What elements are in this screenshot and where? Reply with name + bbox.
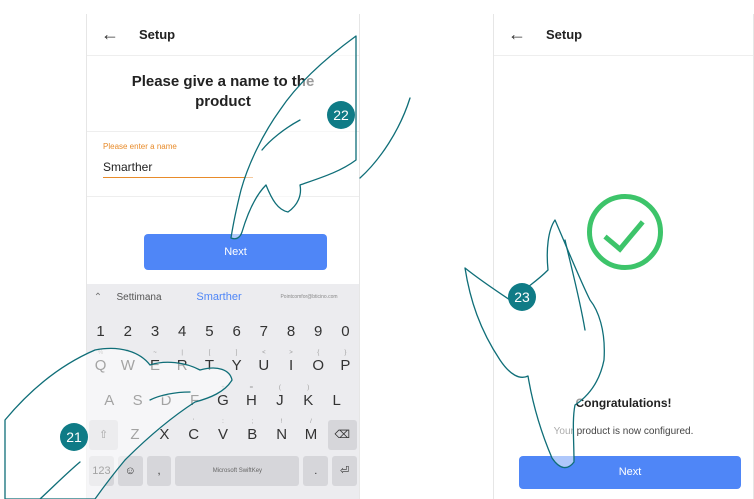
key-x[interactable]: X [150,420,179,450]
key-q[interactable]: % Q [87,350,114,381]
key-4[interactable]: 4 [169,317,196,347]
key-secondary-symbol: } [344,350,347,356]
key-g[interactable]: + G [209,385,237,416]
key-secondary-symbol: { [317,350,320,356]
key-c[interactable]: ' C [179,419,208,450]
asdf-key-row: A S D F + G = H(J) K L [87,385,359,416]
zxcv-key-row: ⇧ Z X ' C: V; B! N / M ⌫ [87,419,359,450]
key-j[interactable]: (J [266,385,294,416]
key-5[interactable]: 5 [196,317,223,347]
key-7[interactable]: 7 [250,317,277,347]
key-secondary-symbol: ' [193,419,195,425]
back-arrow-icon[interactable]: ← [508,24,526,45]
key-9[interactable]: 9 [305,317,332,347]
step-badge: 22 [327,101,355,129]
next-button[interactable]: Next [144,234,327,270]
space-key[interactable]: Microsoft SwiftKey [175,456,300,486]
key-secondary-symbol: % [97,350,104,356]
key-0[interactable]: 0 [332,317,359,347]
key-secondary-symbol: + [221,385,225,391]
qwerty-key-row: % Q ^ W ~ E | R[T] Y < U > I{O} P [87,350,359,381]
key-s[interactable]: S [123,386,151,416]
key-3[interactable]: 3 [141,317,168,347]
checkmark-circle-icon [587,194,663,270]
key-p[interactable]: } P [332,350,359,381]
key-y[interactable]: ] Y [223,350,250,381]
key-secondary-symbol: ^ [126,350,130,356]
backspace-icon[interactable]: ⌫ [327,420,357,450]
key-o[interactable]: {O [305,350,332,381]
period-key[interactable]: . [303,456,329,486]
suggestion-bar: ⌃ Settimana Smarther Pointcomfor@bticino… [87,284,359,310]
next-button[interactable]: Next [519,456,741,489]
key-secondary-symbol: [ [208,350,211,356]
key-u[interactable]: < U [250,350,277,381]
key-v[interactable]: :V [208,419,237,450]
number-key-row: 1234567890 [87,317,359,347]
key-t[interactable]: [T [196,350,223,381]
page-title: Setup [139,27,176,42]
enter-icon[interactable]: ⏎ [332,456,357,486]
suggestion-item[interactable]: Smarther [169,291,269,303]
key-d[interactable]: D [152,386,180,416]
key-k[interactable]: ) K [294,385,322,416]
key-i[interactable]: > I [277,350,304,381]
key-n[interactable]: ! N [267,419,296,450]
comma-key[interactable]: , [146,456,172,486]
emoji-key[interactable]: ☺ [117,456,143,486]
key-z[interactable]: Z [120,420,149,450]
key-2[interactable]: 2 [114,317,141,347]
key-l[interactable]: L [323,386,351,416]
key-secondary-symbol: : [222,419,224,425]
key-8[interactable]: 8 [277,317,304,347]
setup-name-screen: ← Setup Please give a name to the produc… [86,14,360,499]
key-w[interactable]: ^ W [114,350,141,381]
key-secondary-symbol: ; [251,419,254,425]
name-field-label: Please enter a name [103,142,177,151]
shift-icon[interactable]: ⇧ [89,420,119,450]
top-bar: ← Setup [87,14,359,56]
prompt-title: Please give a name to the product [131,73,315,110]
suggestion-item[interactable]: Settimana [109,292,169,303]
space-key-row: 123 ☺ , Microsoft SwiftKey . ⏎ [87,456,359,486]
key-e[interactable]: ~ E [141,350,168,381]
key-6[interactable]: 6 [223,317,250,347]
key-secondary-symbol: ! [280,419,283,425]
key-secondary-symbol: ) [307,385,310,391]
key-f[interactable]: F [180,386,208,416]
top-bar: ← Setup [494,14,753,56]
key-secondary-symbol: ( [278,385,281,391]
symbols-key[interactable]: 123 [89,456,114,486]
key-m[interactable]: / M [296,419,325,450]
product-name-input[interactable] [103,156,253,178]
key-secondary-symbol: / [310,419,312,425]
key-h[interactable]: = H [237,385,265,416]
key-a[interactable]: A [95,386,123,416]
chevron-expand-icon[interactable]: ⌃ [87,292,109,303]
key-b[interactable]: ; B [238,419,267,450]
congrats-heading: Congratulations! [575,396,672,410]
key-r[interactable]: | R [169,350,196,381]
key-secondary-symbol: ] [235,350,238,356]
back-arrow-icon[interactable]: ← [101,24,119,45]
key-secondary-symbol: = [249,385,254,391]
on-screen-keyboard: ⌃ Settimana Smarther Pointcomfor@bticino… [87,284,359,499]
step-badge: 23 [508,283,536,311]
suggestion-item[interactable]: Pointcomfor@bticino.com [269,294,349,300]
key-1[interactable]: 1 [87,317,114,347]
step-badge: 21 [60,423,88,451]
divider [87,196,359,197]
checkmark-icon [603,209,645,253]
setup-success-screen: ← Setup Congratulations! Your product is… [493,14,754,499]
key-secondary-symbol: < [262,350,266,356]
instruction-figure: ← Setup Please give a name to the produc… [0,0,754,499]
page-title: Setup [546,27,583,42]
key-secondary-symbol: | [181,350,183,356]
divider [87,131,359,132]
configured-message: Your product is now configured. [553,426,694,437]
key-secondary-symbol: ~ [153,350,157,356]
key-secondary-symbol: > [289,350,293,356]
